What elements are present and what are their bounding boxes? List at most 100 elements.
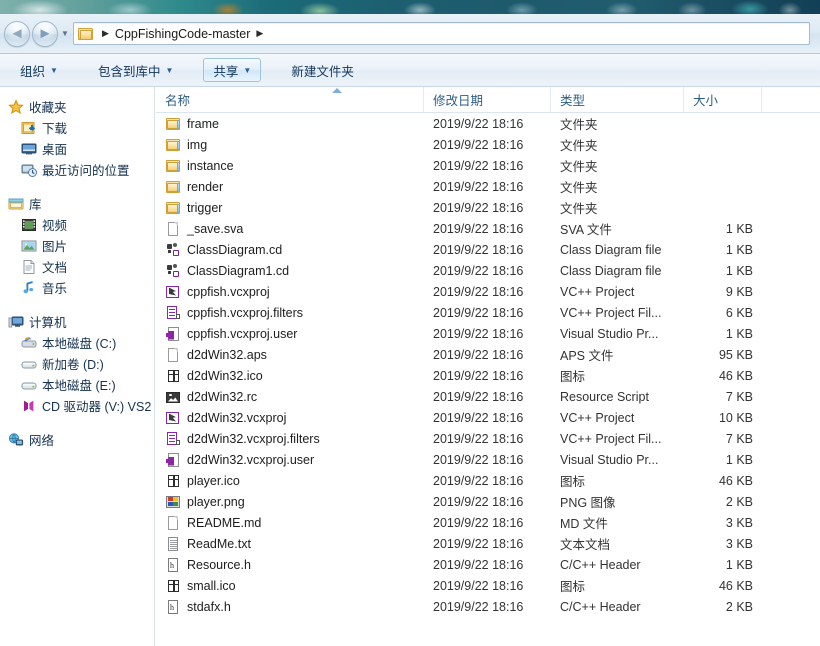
nav-item[interactable]: 下载 bbox=[0, 117, 154, 138]
network-icon bbox=[8, 432, 24, 448]
table-row[interactable]: d2dWin32.vcxproj.filters 2019/9/22 18:16 V… bbox=[156, 428, 820, 449]
file-name-cell[interactable]: d2dWin32.vcxproj bbox=[156, 410, 424, 426]
nav-item[interactable]: 最近访问的位置 bbox=[0, 159, 154, 180]
table-row[interactable]: _save.sva 2019/9/22 18:16 SVA 文件 1 KB bbox=[156, 218, 820, 239]
column-header-name[interactable]: 名称 bbox=[156, 87, 424, 112]
file-name-cell[interactable]: img bbox=[156, 137, 424, 153]
table-row[interactable]: small.ico 2019/9/22 18:16 图标 46 KB bbox=[156, 575, 820, 596]
breadcrumb-trailing-separator-icon[interactable]: ▶ bbox=[250, 28, 269, 39]
nav-item[interactable]: 视频 bbox=[0, 214, 154, 235]
file-name-cell[interactable]: ClassDiagram1.cd bbox=[156, 263, 424, 279]
file-name-cell[interactable]: d2dWin32.aps bbox=[156, 347, 424, 363]
table-row[interactable]: h Resource.h 2019/9/22 18:16 C/C++ Header 1 … bbox=[156, 554, 820, 575]
breadcrumb-current-folder[interactable]: CppFishingCode-master bbox=[115, 27, 250, 41]
file-name-cell[interactable]: instance bbox=[156, 158, 424, 174]
table-row[interactable]: cppfish.vcxproj 2019/9/22 18:16 VC++ Proje… bbox=[156, 281, 820, 302]
table-row[interactable]: instance 2019/9/22 18:16 文件夹 bbox=[156, 155, 820, 176]
nav-group-2[interactable]: 库 bbox=[0, 193, 154, 214]
file-size-cell: 1 KB bbox=[725, 557, 753, 572]
file-name-cell[interactable]: trigger bbox=[156, 200, 424, 216]
file-name-cell[interactable]: h stdafx.h bbox=[156, 599, 424, 615]
forward-button[interactable]: ► bbox=[32, 20, 58, 47]
file-name-cell[interactable]: ReadMe.txt bbox=[156, 536, 424, 552]
file-name-cell[interactable]: README.md bbox=[156, 515, 424, 531]
file-name-cell[interactable]: d2dWin32.vcxproj.user bbox=[156, 452, 424, 468]
nav-item[interactable]: 新加卷 (D:) bbox=[0, 353, 154, 374]
table-row[interactable]: trigger 2019/9/22 18:16 文件夹 bbox=[156, 197, 820, 218]
table-row[interactable]: frame 2019/9/22 18:16 文件夹 bbox=[156, 113, 820, 134]
table-row[interactable]: d2dWin32.vcxproj.user 2019/9/22 18:16 Visu… bbox=[156, 449, 820, 470]
recent-pages-dropdown[interactable]: ▼ bbox=[58, 21, 72, 47]
table-row[interactable]: img 2019/9/22 18:16 文件夹 bbox=[156, 134, 820, 155]
breadcrumb-separator-icon[interactable]: ▶ bbox=[96, 28, 115, 39]
table-row[interactable]: cppfish.vcxproj.user 2019/9/22 18:16 Visua… bbox=[156, 323, 820, 344]
file-name-cell[interactable]: cppfish.vcxproj bbox=[156, 284, 424, 300]
vcxproj-icon bbox=[165, 284, 181, 300]
column-header-extra[interactable] bbox=[762, 87, 820, 112]
nav-item[interactable]: 本地磁盘 (E:) bbox=[0, 374, 154, 395]
file-name-cell[interactable]: d2dWin32.vcxproj.filters bbox=[156, 431, 424, 447]
column-header-type[interactable]: 类型 bbox=[551, 87, 684, 112]
nav-item-label: 本地磁盘 (E:) bbox=[42, 379, 116, 393]
file-name-cell[interactable]: _save.sva bbox=[156, 221, 424, 237]
table-row[interactable]: ReadMe.txt 2019/9/22 18:16 文本文档 3 KB bbox=[156, 533, 820, 554]
nav-group-1[interactable]: 收藏夹 bbox=[0, 96, 154, 117]
file-size-cell: 2 KB bbox=[725, 599, 753, 614]
address-bar[interactable]: ▶ CppFishingCode-master ▶ bbox=[73, 22, 810, 45]
file-type-cell: SVA 文件 bbox=[560, 223, 612, 237]
nav-item[interactable]: 桌面 bbox=[0, 138, 154, 159]
file-size-cell: 3 KB bbox=[725, 536, 753, 551]
file-type-cell: 文件夹 bbox=[560, 160, 598, 174]
nav-item[interactable]: 图片 bbox=[0, 235, 154, 256]
navigation-pane[interactable]: 收藏夹下载桌面 最近访问的位置库视频 图片 文档 音乐计算机 本地磁盘 (C:) 新加卷 (… bbox=[0, 87, 155, 646]
table-row[interactable]: d2dWin32.aps 2019/9/22 18:16 APS 文件 95 KB bbox=[156, 344, 820, 365]
class-diagram-icon bbox=[165, 263, 181, 279]
column-header-date[interactable]: 修改日期 bbox=[424, 87, 551, 112]
table-row[interactable]: cppfish.vcxproj.filters 2019/9/22 18:16 VC… bbox=[156, 302, 820, 323]
file-name-cell[interactable]: small.ico bbox=[156, 578, 424, 594]
file-name-cell[interactable]: d2dWin32.rc bbox=[156, 389, 424, 405]
table-row[interactable]: player.png 2019/9/22 18:16 PNG 图像 2 KB bbox=[156, 491, 820, 512]
back-button[interactable]: ◄ bbox=[4, 20, 30, 47]
ico-file-icon bbox=[165, 578, 181, 594]
file-date-cell: 2019/9/22 18:16 bbox=[433, 410, 524, 425]
table-row[interactable]: render 2019/9/22 18:16 文件夹 bbox=[156, 176, 820, 197]
table-row[interactable]: d2dWin32.ico 2019/9/22 18:16 图标 46 KB bbox=[156, 365, 820, 386]
nav-item[interactable]: 音乐 bbox=[0, 277, 154, 298]
new-folder-button[interactable]: 新建文件夹 bbox=[281, 58, 364, 82]
file-name-cell[interactable]: ClassDiagram.cd bbox=[156, 242, 424, 258]
nav-item[interactable]: CD 驱动器 (V:) VS2 bbox=[0, 395, 154, 416]
table-row[interactable]: player.ico 2019/9/22 18:16 图标 46 KB bbox=[156, 470, 820, 491]
file-name-cell[interactable]: h Resource.h bbox=[156, 557, 424, 573]
file-name-cell[interactable]: d2dWin32.ico bbox=[156, 368, 424, 384]
file-name-cell[interactable]: cppfish.vcxproj.filters bbox=[156, 305, 424, 321]
file-size-cell: 9 KB bbox=[725, 284, 753, 299]
file-name-cell[interactable]: cppfish.vcxproj.user bbox=[156, 326, 424, 342]
table-row[interactable]: h stdafx.h 2019/9/22 18:16 C/C++ Header 2 KB bbox=[156, 596, 820, 617]
table-row[interactable]: d2dWin32.vcxproj 2019/9/22 18:16 VC++ Proj… bbox=[156, 407, 820, 428]
nav-item[interactable]: 文档 bbox=[0, 256, 154, 277]
table-row[interactable]: d2dWin32.rc 2019/9/22 18:16 Resource Scrip… bbox=[156, 386, 820, 407]
file-name-cell[interactable]: render bbox=[156, 179, 424, 195]
nav-group-3[interactable]: 计算机 bbox=[0, 311, 154, 332]
folder-icon bbox=[78, 27, 94, 41]
table-row[interactable]: ClassDiagram.cd 2019/9/22 18:16 Class Diag… bbox=[156, 239, 820, 260]
column-header-size[interactable]: 大小 bbox=[684, 87, 762, 112]
include-in-library-button[interactable]: 包含到库中 ▼ bbox=[88, 58, 183, 82]
share-with-button[interactable]: 共享 ▼ bbox=[203, 58, 262, 82]
file-name-label: trigger bbox=[187, 200, 223, 215]
table-row[interactable]: README.md 2019/9/22 18:16 MD 文件 3 KB bbox=[156, 512, 820, 533]
table-row[interactable]: ClassDiagram1.cd 2019/9/22 18:16 Class Dia… bbox=[156, 260, 820, 281]
folder-icon bbox=[165, 158, 181, 174]
nav-item-label: 下载 bbox=[42, 122, 68, 136]
file-name-cell[interactable]: frame bbox=[156, 116, 424, 132]
file-name-label: README.md bbox=[187, 515, 262, 530]
nav-item[interactable]: 本地磁盘 (C:) bbox=[0, 332, 154, 353]
organize-button[interactable]: 组织 ▼ bbox=[10, 58, 68, 82]
file-name-cell[interactable]: player.ico bbox=[156, 473, 424, 489]
nav-group-4[interactable]: 网络 bbox=[0, 429, 154, 450]
file-name-cell[interactable]: player.png bbox=[156, 494, 424, 510]
file-size-cell: 10 KB bbox=[718, 410, 753, 425]
system-drive-icon bbox=[21, 335, 37, 351]
file-date-cell: 2019/9/22 18:16 bbox=[433, 305, 524, 320]
